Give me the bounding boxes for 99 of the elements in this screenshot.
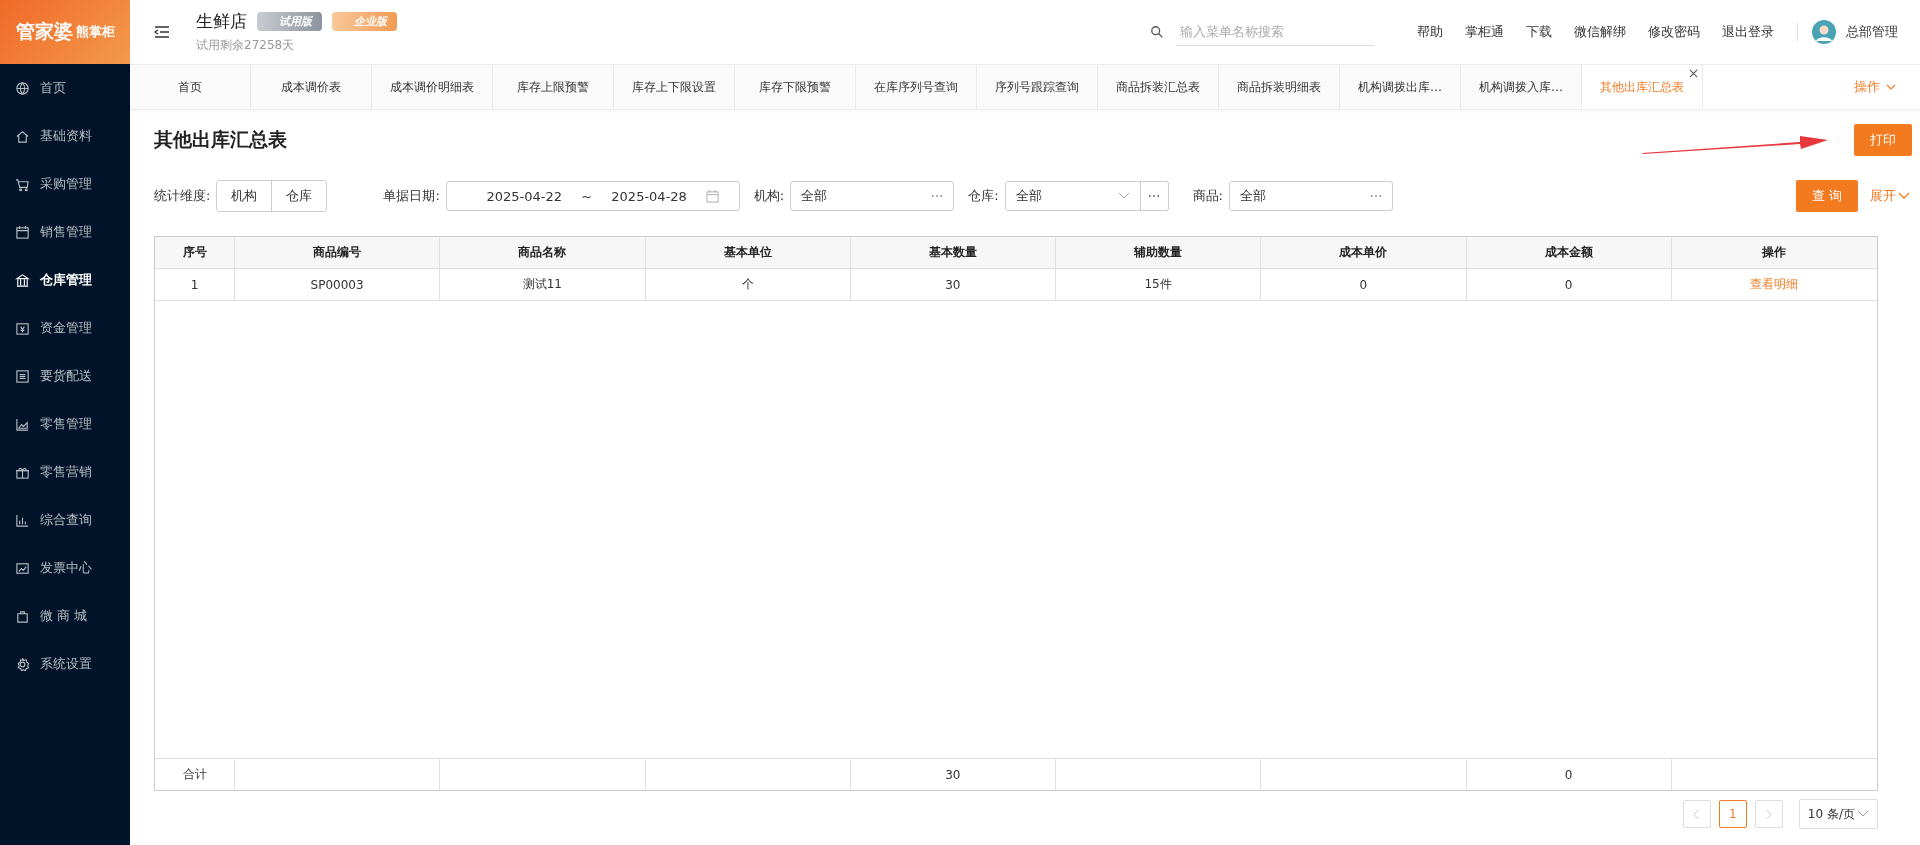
column-header: 操作 bbox=[1761, 244, 1788, 261]
page-tab[interactable]: 在库序列号查询 bbox=[856, 65, 977, 109]
menu-item-icon bbox=[15, 128, 30, 144]
column-header: 序号 bbox=[155, 237, 235, 268]
avatar-icon bbox=[1812, 20, 1836, 44]
menu-icon[interactable] bbox=[154, 24, 170, 40]
dimension-option[interactable]: 仓库 bbox=[271, 181, 327, 211]
sidebar-item[interactable]: 销售管理 bbox=[0, 208, 130, 256]
logo-product: 熊掌柜 bbox=[75, 23, 115, 41]
sidebar-item[interactable]: 微 商 城 bbox=[0, 592, 130, 640]
trial-note: 试用剩余27258天 bbox=[196, 37, 296, 54]
close-icon[interactable] bbox=[1689, 69, 1698, 78]
next-page-button[interactable] bbox=[1754, 800, 1783, 828]
total-cell: 0 bbox=[1466, 759, 1672, 790]
product-field[interactable]: 全部 bbox=[1228, 181, 1393, 211]
filter-label: 统计维度: bbox=[154, 187, 211, 205]
table-cell: 0 bbox=[1261, 269, 1467, 300]
sidebar-item[interactable]: 要货配送 bbox=[0, 352, 130, 400]
date-range-field[interactable]: 2025-04-22 ~ 2025-04-28 bbox=[445, 181, 740, 211]
header-link[interactable]: 微信解绑 bbox=[1574, 23, 1626, 41]
previous-page-button[interactable] bbox=[1682, 800, 1711, 828]
table-cell: 测试11 bbox=[440, 269, 646, 300]
filter-label: 机构: bbox=[753, 187, 785, 205]
logo-brand: 管家婆 bbox=[15, 19, 73, 44]
chevron-down-icon bbox=[1898, 192, 1910, 200]
page-tab[interactable]: 序列号跟踪查询 bbox=[977, 65, 1098, 109]
sidebar-item[interactable]: 资金管理 bbox=[0, 304, 130, 352]
menu-item-icon bbox=[15, 608, 30, 624]
edition-badge: 试用版 bbox=[257, 12, 322, 31]
table-cell: 15件 bbox=[1056, 269, 1262, 300]
menu-item-icon bbox=[15, 224, 30, 240]
sidebar-item[interactable]: 系统设置 bbox=[0, 640, 130, 688]
page-tab[interactable]: 首页 bbox=[130, 65, 251, 109]
caret-icon bbox=[1886, 84, 1896, 90]
menu-item-icon bbox=[15, 560, 30, 576]
page-tab[interactable]: 成本调价明细表 bbox=[372, 65, 493, 109]
page-tab[interactable]: 商品拆装明细表 bbox=[1219, 65, 1340, 109]
header-link[interactable]: 帮助 bbox=[1417, 23, 1443, 41]
calendar-icon bbox=[706, 189, 720, 203]
edition-badge: 企业版 bbox=[332, 12, 397, 31]
search-icon bbox=[1150, 25, 1164, 39]
column-header: 商品名称 bbox=[440, 237, 646, 268]
table-cell: 0 bbox=[1466, 269, 1672, 300]
sidebar-item[interactable]: 发票中心 bbox=[0, 544, 130, 592]
page-size-select[interactable]: 10 条/页 bbox=[1798, 799, 1878, 829]
column-header: 辅助数量 bbox=[1056, 237, 1262, 268]
column-header: 商品编号 bbox=[235, 237, 441, 268]
column-header: 成本金额 bbox=[1466, 237, 1672, 268]
sidebar-item[interactable]: 仓库管理 bbox=[0, 256, 130, 304]
sidebar-item[interactable]: 首页 bbox=[0, 64, 130, 112]
table-cell: 30 bbox=[850, 269, 1056, 300]
page-tab[interactable]: 机构调拨入库… bbox=[1461, 65, 1582, 109]
page-tab[interactable]: 商品拆装汇总表 bbox=[1098, 65, 1219, 109]
filter-label: 商品: bbox=[1192, 187, 1223, 205]
menu-item-icon bbox=[15, 512, 30, 528]
page-tab[interactable]: 库存下限预警 bbox=[735, 65, 856, 109]
sidebar-item[interactable]: 零售管理 bbox=[0, 400, 130, 448]
chevron-right-icon bbox=[1765, 808, 1773, 820]
more-icon bbox=[1369, 194, 1382, 198]
chevron-left-icon bbox=[1693, 808, 1701, 820]
page-tab[interactable]: 库存上限预警 bbox=[493, 65, 614, 109]
chevron-down-icon bbox=[1117, 192, 1130, 200]
sidebar-item[interactable]: 综合查询 bbox=[0, 496, 130, 544]
more-icon bbox=[931, 194, 944, 198]
sidebar-item[interactable]: 基础资料 bbox=[0, 112, 130, 160]
column-header: 成本单价 bbox=[1261, 237, 1467, 268]
menu-item-icon bbox=[15, 176, 30, 192]
warehouse-field[interactable]: 全部 bbox=[1004, 181, 1141, 211]
menu-item-icon bbox=[15, 416, 30, 432]
page-title: 其他出库汇总表 bbox=[154, 127, 287, 152]
header-link[interactable]: 掌柜通 bbox=[1465, 23, 1504, 41]
sidebar-item[interactable]: 零售营销 bbox=[0, 448, 130, 496]
chevron-down-icon bbox=[1857, 810, 1869, 818]
header-link[interactable]: 修改密码 bbox=[1648, 23, 1700, 41]
header-link[interactable]: 退出登录 bbox=[1722, 23, 1774, 41]
menu-item-icon bbox=[15, 656, 30, 672]
table-cell: SP00003 bbox=[235, 269, 441, 300]
store-name: 生鲜店 bbox=[196, 10, 247, 33]
header-link[interactable]: 下载 bbox=[1526, 23, 1552, 41]
page-tab[interactable]: 库存上下限设置 bbox=[614, 65, 735, 109]
user-name[interactable]: 总部管理 bbox=[1846, 23, 1898, 41]
table-cell: 1 bbox=[155, 269, 235, 300]
table-cell: 个 bbox=[645, 269, 851, 300]
filter-label: 单据日期: bbox=[383, 187, 440, 205]
total-cell: 合计 bbox=[155, 759, 235, 790]
menu-item-icon bbox=[15, 272, 30, 288]
more-button[interactable] bbox=[1140, 181, 1169, 211]
menu-item-icon bbox=[15, 80, 30, 96]
menu-item-icon bbox=[15, 368, 30, 384]
more-icon bbox=[1148, 194, 1161, 198]
org-field[interactable]: 全部 bbox=[790, 181, 955, 211]
filter-label: 仓库: bbox=[968, 187, 999, 205]
column-header: 基本数量 bbox=[850, 237, 1056, 268]
total-cell: 30 bbox=[850, 759, 1056, 790]
menu-item-icon bbox=[15, 320, 30, 336]
page-tab[interactable]: 成本调价表 bbox=[251, 65, 372, 109]
page-tab[interactable]: 机构调拨出库… bbox=[1340, 65, 1461, 109]
column-header: 基本单位 bbox=[645, 237, 851, 268]
sidebar-item[interactable]: 采购管理 bbox=[0, 160, 130, 208]
